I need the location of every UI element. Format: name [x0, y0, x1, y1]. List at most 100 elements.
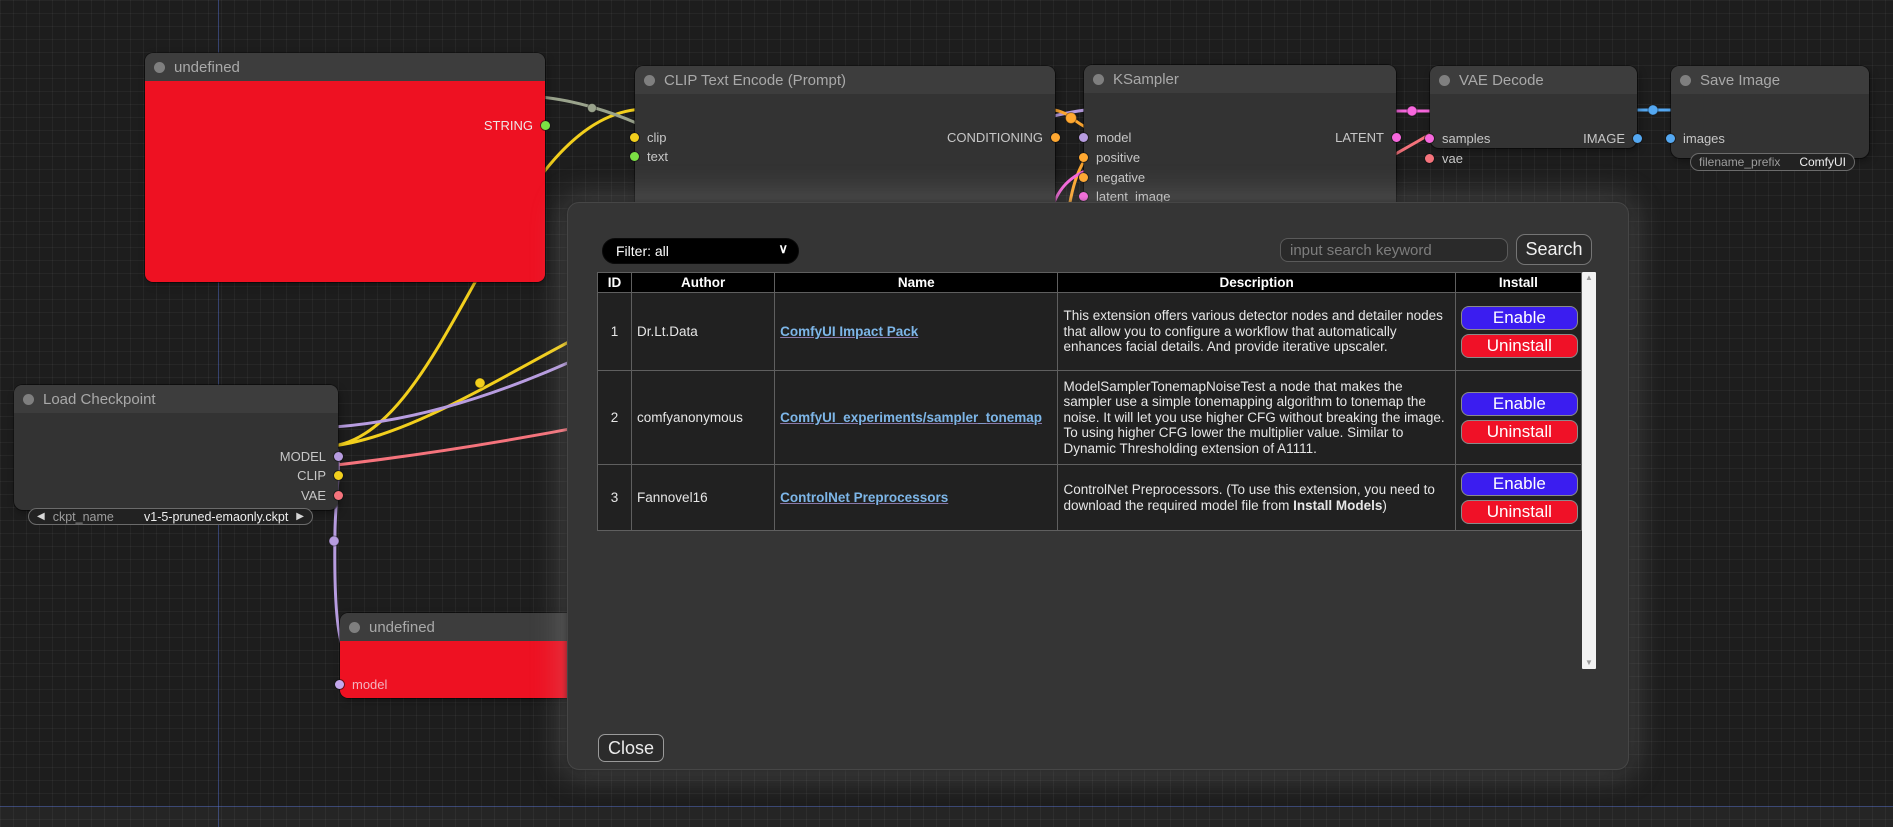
port-dot-model[interactable] — [335, 680, 344, 689]
output-string[interactable]: STRING — [484, 117, 545, 133]
ckpt-name-widget[interactable]: ◀ ckpt_name v1-5-pruned-emaonly.ckpt ▶ — [28, 508, 313, 525]
wire-dot-clip[interactable] — [475, 378, 485, 388]
next-arrow-icon[interactable]: ▶ — [296, 511, 304, 522]
wire-dot-latent[interactable] — [1407, 106, 1417, 116]
port-label: negative — [1096, 170, 1145, 185]
port-dot-positive[interactable] — [1079, 153, 1088, 162]
output-clip[interactable]: CLIP — [297, 467, 338, 483]
output-conditioning[interactable]: CONDITIONING — [947, 129, 1055, 145]
port-dot-image[interactable] — [1633, 134, 1642, 143]
widget-value[interactable]: v1-5-pruned-emaonly.ckpt — [122, 510, 288, 524]
port-label: images — [1683, 131, 1725, 146]
filter-select[interactable]: Filter: all — [602, 238, 799, 264]
port-dot-negative[interactable] — [1079, 173, 1088, 182]
port-dot-clip[interactable] — [334, 471, 343, 480]
header-id: ID — [598, 273, 632, 293]
node-collapse-dot-icon[interactable] — [23, 394, 34, 405]
node-collapse-dot-icon[interactable] — [1093, 74, 1104, 85]
node-collapse-dot-icon[interactable] — [644, 75, 655, 86]
node-title: CLIP Text Encode (Prompt) — [664, 72, 846, 89]
node-collapse-dot-icon[interactable] — [154, 62, 165, 73]
wire-dot-string[interactable] — [588, 104, 597, 113]
comfyui-canvas[interactable]: undefined STRING CLIP Text Encode (Promp… — [0, 0, 1893, 827]
node-undefined-top[interactable]: undefined STRING — [145, 53, 545, 282]
node-title-bar[interactable]: Load Checkpoint — [14, 385, 338, 413]
uninstall-button[interactable]: Uninstall — [1461, 420, 1578, 444]
port-dot-model[interactable] — [1079, 133, 1088, 142]
enable-button[interactable]: Enable — [1461, 306, 1578, 330]
enable-button[interactable]: Enable — [1461, 392, 1578, 416]
port-dot-text[interactable] — [630, 152, 639, 161]
search-button[interactable]: Search — [1516, 234, 1592, 265]
widget-name: ckpt_name — [53, 510, 114, 524]
custom-nodes-manager-dialog: Filter: all ∨ Search ID Author Name Desc… — [567, 202, 1629, 770]
input-negative[interactable]: negative — [1084, 169, 1145, 185]
scroll-down-icon[interactable]: ▼ — [1582, 657, 1596, 669]
input-positive[interactable]: positive — [1084, 149, 1140, 165]
node-collapse-dot-icon[interactable] — [1439, 75, 1450, 86]
port-dot-images[interactable] — [1666, 134, 1675, 143]
output-model[interactable]: MODEL — [280, 448, 338, 464]
port-dot-string[interactable] — [541, 121, 550, 130]
output-image[interactable]: IMAGE — [1583, 130, 1637, 146]
widget-value[interactable]: ComfyUI — [1788, 155, 1846, 169]
node-title: undefined — [174, 59, 240, 76]
scroll-up-icon[interactable]: ▲ — [1582, 272, 1596, 284]
cell-description: ControlNet Preprocessors. (To use this e… — [1058, 465, 1455, 531]
output-latent[interactable]: LATENT — [1335, 129, 1396, 145]
close-button[interactable]: Close — [598, 734, 664, 762]
node-collapse-dot-icon[interactable] — [349, 622, 360, 633]
node-vae-decode[interactable]: VAE Decode samples vae IMAGE — [1430, 66, 1637, 148]
port-dot-latent[interactable] — [1392, 133, 1401, 142]
input-model[interactable]: model — [1084, 129, 1131, 145]
wire-dot-image[interactable] — [1648, 105, 1658, 115]
node-title-bar[interactable]: Save Image — [1671, 66, 1869, 94]
node-title: KSampler — [1113, 71, 1179, 88]
search-input[interactable] — [1280, 238, 1508, 262]
previous-arrow-icon[interactable]: ◀ — [37, 511, 45, 522]
node-title-bar[interactable]: KSampler — [1084, 65, 1396, 93]
input-text[interactable]: text — [635, 148, 668, 164]
port-dot-clip[interactable] — [630, 133, 639, 142]
port-dot-model[interactable] — [334, 452, 343, 461]
node-load-checkpoint[interactable]: Load Checkpoint MODEL CLIP VAE ◀ ckpt_na… — [14, 385, 338, 510]
port-dot-vae[interactable] — [334, 491, 343, 500]
port-label: MODEL — [280, 449, 326, 464]
cell-author: Fannovel16 — [632, 465, 775, 531]
extension-link[interactable]: ComfyUI_experiments/sampler_tonemap — [780, 410, 1042, 425]
node-collapse-dot-icon[interactable] — [1680, 75, 1691, 86]
output-vae[interactable]: VAE — [301, 487, 338, 503]
node-title-bar[interactable]: CLIP Text Encode (Prompt) — [635, 66, 1055, 94]
extension-link[interactable]: ComfyUI Impact Pack — [780, 324, 918, 339]
uninstall-button[interactable]: Uninstall — [1461, 334, 1578, 358]
port-dot-latent-image[interactable] — [1079, 192, 1088, 201]
wire-dot-conditioning[interactable] — [1066, 113, 1077, 124]
node-title-bar[interactable]: undefined — [145, 53, 545, 81]
uninstall-button[interactable]: Uninstall — [1461, 500, 1578, 524]
node-undefined-bottom[interactable]: undefined model — [340, 613, 590, 698]
filename-prefix-widget[interactable]: filename_prefix ComfyUI — [1690, 153, 1855, 171]
port-dot-conditioning[interactable] — [1051, 133, 1060, 142]
port-label: positive — [1096, 150, 1140, 165]
input-vae[interactable]: vae — [1430, 150, 1463, 166]
enable-button[interactable]: Enable — [1461, 472, 1578, 496]
node-title-bar[interactable]: VAE Decode — [1430, 66, 1637, 94]
input-images[interactable]: images — [1671, 130, 1725, 146]
extension-link[interactable]: ControlNet Preprocessors — [780, 490, 948, 505]
node-title-bar[interactable]: undefined — [340, 613, 590, 641]
wire-dot-model[interactable] — [329, 536, 339, 546]
table-row: 3 Fannovel16 ControlNet Preprocessors Co… — [598, 465, 1582, 531]
cell-id: 3 — [598, 465, 632, 531]
extensions-table: ID Author Name Description Install 1 Dr.… — [597, 272, 1582, 531]
node-save-image[interactable]: Save Image images filename_prefix ComfyU… — [1671, 66, 1869, 158]
port-dot-vae[interactable] — [1425, 154, 1434, 163]
extensions-table-container[interactable]: ID Author Name Description Install 1 Dr.… — [597, 272, 1596, 669]
port-dot-samples[interactable] — [1425, 134, 1434, 143]
cell-description: ModelSamplerTonemapNoiseTest a node that… — [1058, 371, 1455, 465]
input-clip[interactable]: clip — [635, 129, 667, 145]
input-samples[interactable]: samples — [1430, 130, 1490, 146]
input-model[interactable]: model — [340, 676, 387, 692]
port-label: clip — [647, 130, 667, 145]
port-label: samples — [1442, 131, 1490, 146]
vertical-scrollbar[interactable]: ▲ ▼ — [1582, 272, 1596, 669]
